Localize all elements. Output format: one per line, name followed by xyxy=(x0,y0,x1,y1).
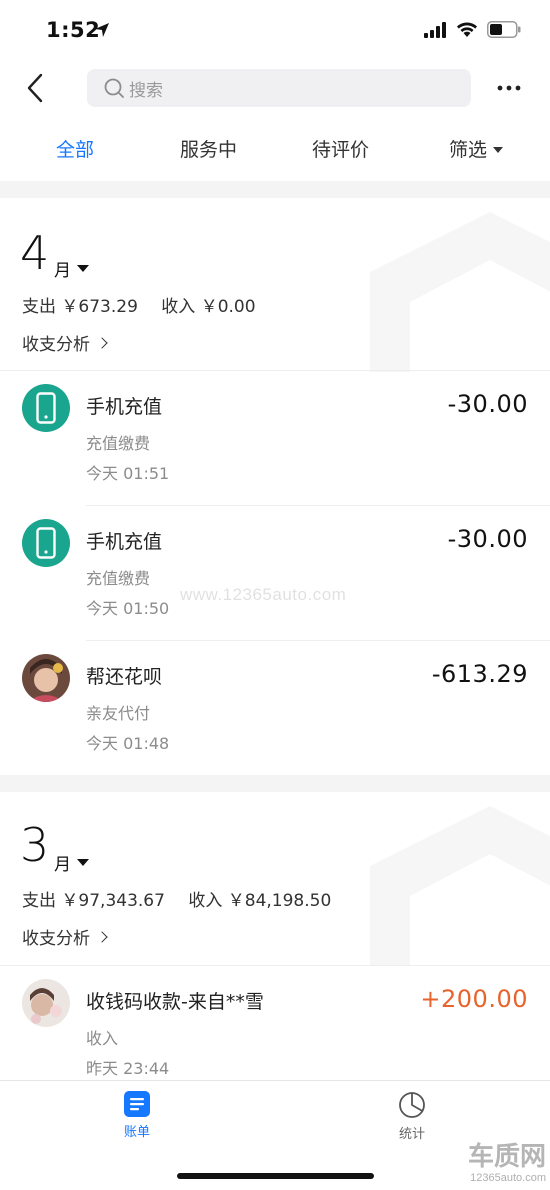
caret-down-icon xyxy=(77,859,89,866)
income-total: 收入 ￥0.00 xyxy=(161,297,256,317)
status-bar: 1:52 xyxy=(0,0,550,60)
battery-icon xyxy=(487,21,521,38)
tab-pending-review[interactable]: 待评价 xyxy=(312,130,369,170)
tab-statistics[interactable]: 统计 xyxy=(382,1091,442,1142)
analysis-link[interactable]: 收支分析 xyxy=(22,330,108,355)
month-unit: 月 xyxy=(54,261,71,281)
chevron-right-icon xyxy=(96,336,108,349)
transaction-title: 帮还花呗 xyxy=(86,666,163,688)
transaction-row[interactable]: 手机充值 充值缴费 今天 01:51 -30.00 xyxy=(0,370,550,505)
corner-logo-title: 车质网 xyxy=(467,1142,546,1172)
avatar xyxy=(22,654,70,702)
cellular-signal-icon xyxy=(424,22,446,38)
search-input[interactable]: 搜索 xyxy=(87,69,471,107)
transaction-row[interactable]: 帮还花呗 亲友代付 今天 01:48 -613.29 xyxy=(0,640,550,775)
filter-tabs: 全部 服务中 待评价 筛选 xyxy=(0,130,550,170)
transaction-category: 亲友代付 xyxy=(86,704,151,723)
month-selector[interactable]: 月 xyxy=(54,850,89,875)
chevron-left-icon xyxy=(27,73,43,103)
tab-in-service[interactable]: 服务中 xyxy=(180,130,237,170)
transaction-title: 手机充值 xyxy=(86,396,163,418)
transaction-amount: +200.00 xyxy=(420,985,528,1013)
location-arrow-icon xyxy=(95,23,109,37)
transaction-amount: -30.00 xyxy=(447,525,528,553)
income-total: 收入 ￥84,198.50 xyxy=(188,891,332,911)
transaction-time: 今天 01:48 xyxy=(86,734,170,753)
month-summary: 支出 ￥673.29 收入 ￥0.00 xyxy=(22,292,274,317)
corner-logo-url: 12365auto.com xyxy=(470,1172,546,1184)
back-button[interactable] xyxy=(20,70,50,106)
status-time: 1:52 xyxy=(46,18,101,42)
analysis-link[interactable]: 收支分析 xyxy=(22,924,108,949)
transaction-time: 昨天 23:44 xyxy=(86,1059,170,1078)
expense-total: 支出 ￥673.29 xyxy=(22,297,138,317)
chevron-right-icon xyxy=(96,930,108,943)
month-unit: 月 xyxy=(54,855,71,875)
hexagon-watermark-icon xyxy=(370,212,550,372)
transaction-time: 今天 01:51 xyxy=(86,464,170,483)
analysis-label: 收支分析 xyxy=(22,929,90,949)
month-number: 3 xyxy=(20,818,50,872)
search-icon xyxy=(104,78,124,98)
tab-all[interactable]: 全部 xyxy=(56,130,94,170)
month-selector[interactable]: 月 xyxy=(54,256,89,281)
hexagon-watermark-icon xyxy=(370,806,550,966)
transaction-time: 今天 01:50 xyxy=(86,599,170,618)
transaction-category: 充值缴费 xyxy=(86,434,151,453)
month-number: 4 xyxy=(20,226,50,280)
avatar xyxy=(22,979,70,1027)
tab-bill[interactable]: 账单 xyxy=(107,1091,167,1140)
transaction-amount: -613.29 xyxy=(431,660,528,688)
search-placeholder: 搜索 xyxy=(129,80,163,101)
home-indicator xyxy=(177,1173,374,1179)
tab-filter-label: 筛选 xyxy=(449,139,488,161)
corner-logo: 车质网 12365auto.com xyxy=(450,1142,546,1188)
caret-down-icon xyxy=(493,147,504,153)
transaction-category: 充值缴费 xyxy=(86,569,151,588)
tab-bill-label: 账单 xyxy=(123,1125,150,1140)
wifi-icon xyxy=(457,22,477,37)
transaction-row[interactable]: 收钱码收款-来自**雪 收入 昨天 23:44 +200.00 xyxy=(0,965,550,1080)
watermark-text: www.12365auto.com xyxy=(180,585,347,604)
bill-icon xyxy=(124,1091,150,1117)
phone-icon xyxy=(22,384,70,432)
transaction-amount: -30.00 xyxy=(447,390,528,418)
phone-icon xyxy=(22,519,70,567)
more-button[interactable] xyxy=(493,78,525,98)
caret-down-icon xyxy=(77,265,89,272)
transaction-title: 收钱码收款-来自**雪 xyxy=(86,991,264,1013)
more-dots-icon xyxy=(497,85,521,91)
section-gap xyxy=(0,181,550,198)
month-summary: 支出 ￥97,343.67 收入 ￥84,198.50 xyxy=(22,886,349,911)
tab-statistics-label: 统计 xyxy=(398,1127,425,1142)
pie-chart-icon xyxy=(399,1092,425,1118)
transaction-row[interactable]: 手机充值 充值缴费 今天 01:50 -30.00 xyxy=(0,505,550,640)
transaction-category: 收入 xyxy=(86,1029,119,1048)
analysis-label: 收支分析 xyxy=(22,335,90,355)
tab-filter[interactable]: 筛选 xyxy=(449,130,504,170)
month-header-march: 3 月 支出 ￥97,343.67 收入 ￥84,198.50 收支分析 xyxy=(0,792,550,966)
transaction-title: 手机充值 xyxy=(86,531,163,553)
expense-total: 支出 ￥97,343.67 xyxy=(22,891,165,911)
section-gap xyxy=(0,775,550,792)
month-header-april: 4 月 支出 ￥673.29 收入 ￥0.00 收支分析 xyxy=(0,198,550,372)
